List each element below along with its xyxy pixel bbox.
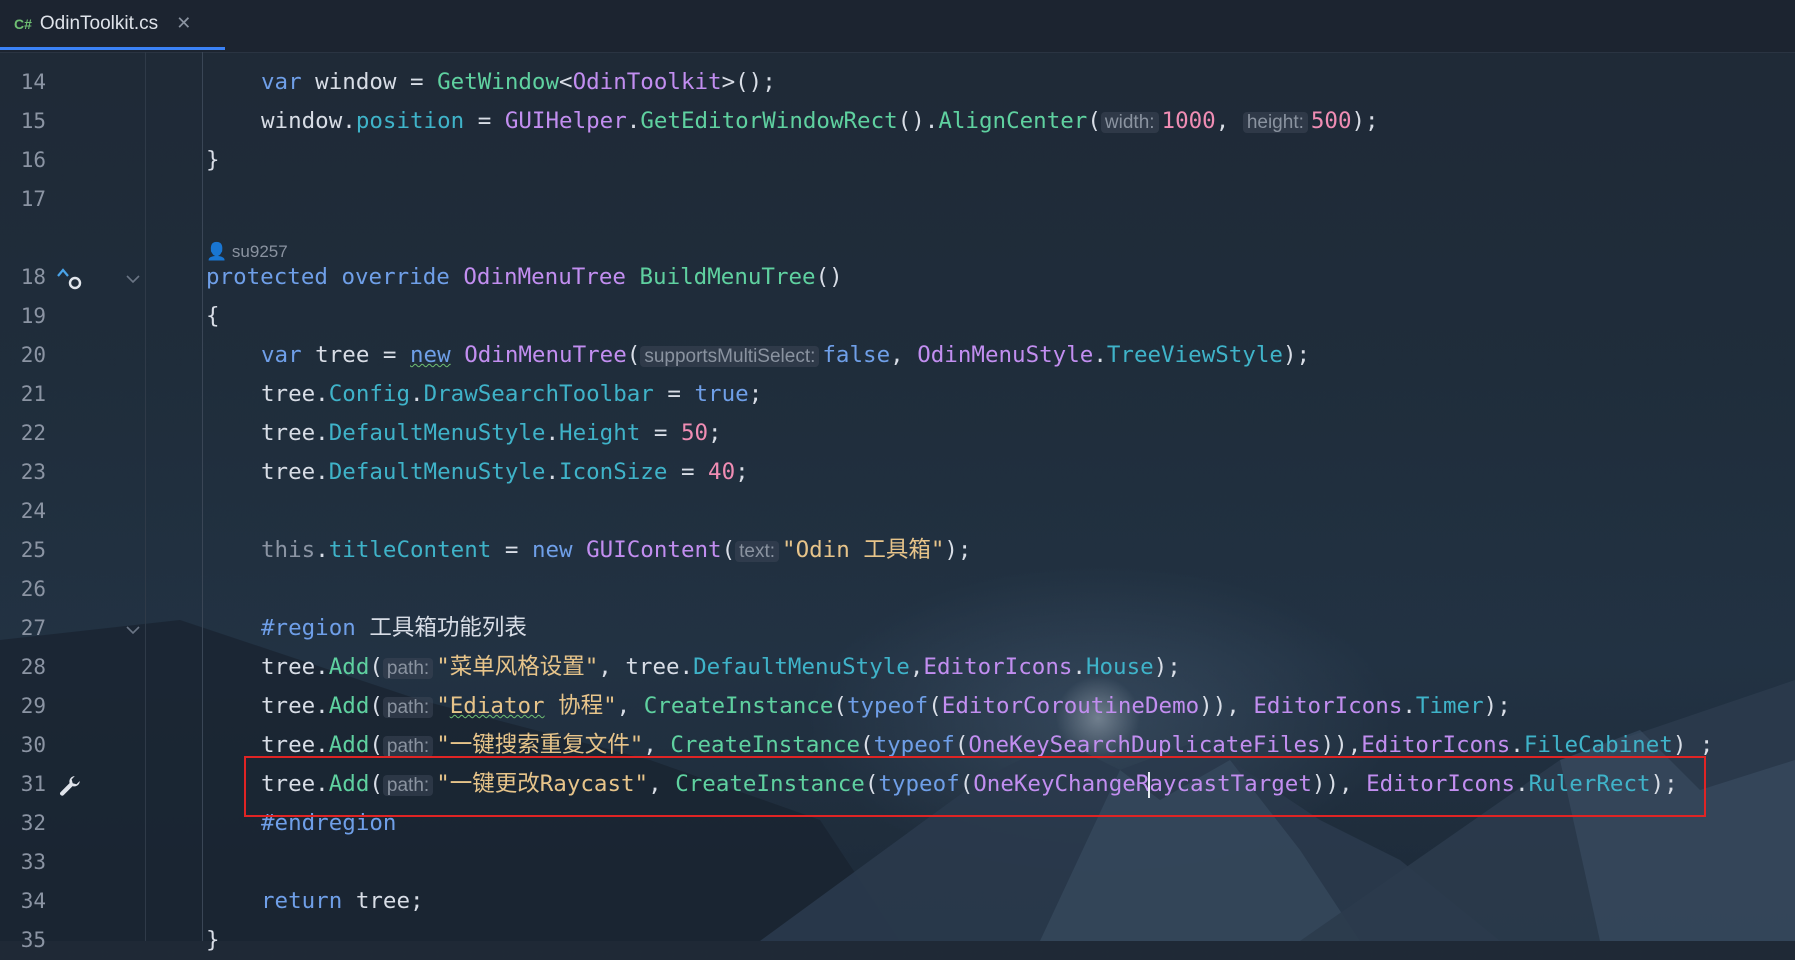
line-number: 29	[20, 694, 46, 718]
code-line-20: var tree = new OdinMenuTree(supportsMult…	[261, 342, 1311, 368]
code-line-34: return tree;	[261, 888, 424, 914]
code-line-16: }	[206, 147, 220, 173]
line-number: 32	[20, 811, 46, 835]
line-number: 34	[20, 889, 46, 913]
param-hint: supportsMultiSelect:	[640, 346, 820, 367]
line-number: 27	[20, 616, 46, 640]
line-number: 23	[20, 460, 46, 484]
line-number: 33	[20, 850, 46, 874]
tab-file-name: OdinToolkit.cs	[39, 12, 159, 34]
fold-chevron-icon[interactable]	[125, 274, 141, 284]
param-hint: path:	[382, 658, 434, 679]
tab-odintoolkit[interactable]: C# OdinToolkit.cs ✕	[0, 0, 225, 50]
line-number: 18	[20, 265, 46, 289]
code-line-21: tree.Config.DrawSearchToolbar = true;	[261, 381, 763, 407]
code-line-14: var window = GetWindow<OdinToolkit>();	[261, 69, 776, 95]
param-hint: height:	[1242, 112, 1308, 133]
code-line-25: this.titleContent = new GUIContent(text:…	[261, 537, 972, 563]
param-hint: path:	[382, 736, 434, 757]
line-number: 14	[20, 70, 46, 94]
csharp-file-icon: C#	[14, 15, 32, 32]
override-implemented-icon[interactable]	[56, 267, 84, 291]
line-number: 21	[20, 382, 46, 406]
editor-tab-bar: C# OdinToolkit.cs ✕	[0, 0, 1795, 53]
line-number: 31	[20, 772, 46, 796]
line-number: 15	[20, 109, 46, 133]
param-hint: text:	[735, 541, 780, 562]
code-line-23: tree.DefaultMenuStyle.IconSize = 40;	[261, 459, 749, 485]
line-number: 22	[20, 421, 46, 445]
line-number: 30	[20, 733, 46, 757]
line-number: 17	[20, 187, 46, 211]
line-number: 16	[20, 148, 46, 172]
code-line-27: #region 工具箱功能列表	[261, 615, 527, 641]
line-number: 20	[20, 343, 46, 367]
code-line-22: tree.DefaultMenuStyle.Height = 50;	[261, 420, 722, 446]
line-number-gutter: 14 15 16 17 18 19 20 21 22 23 24 25 26 2…	[0, 52, 146, 952]
line-number: 24	[20, 499, 46, 523]
code-line-18: protected override OdinMenuTree BuildMen…	[206, 264, 843, 290]
code-line-28: tree.Add(path: "菜单风格设置", tree.DefaultMenu…	[261, 654, 1181, 680]
line-number: 25	[20, 538, 46, 562]
line-number: 26	[20, 577, 46, 601]
code-line-19: {	[206, 303, 220, 329]
fold-chevron-icon[interactable]	[125, 625, 141, 635]
code-line-15: window.position = GUIHelper.GetEditorWin…	[261, 108, 1379, 134]
wrench-icon[interactable]	[57, 774, 83, 800]
param-hint: path:	[382, 697, 434, 718]
param-hint: width:	[1100, 112, 1159, 133]
highlight-box	[244, 756, 1706, 817]
close-icon[interactable]: ✕	[176, 13, 191, 34]
code-line-29: tree.Add(path: "Ediator 协程", CreateInstan…	[261, 693, 1511, 719]
line-number: 19	[20, 304, 46, 328]
line-number: 28	[20, 655, 46, 679]
